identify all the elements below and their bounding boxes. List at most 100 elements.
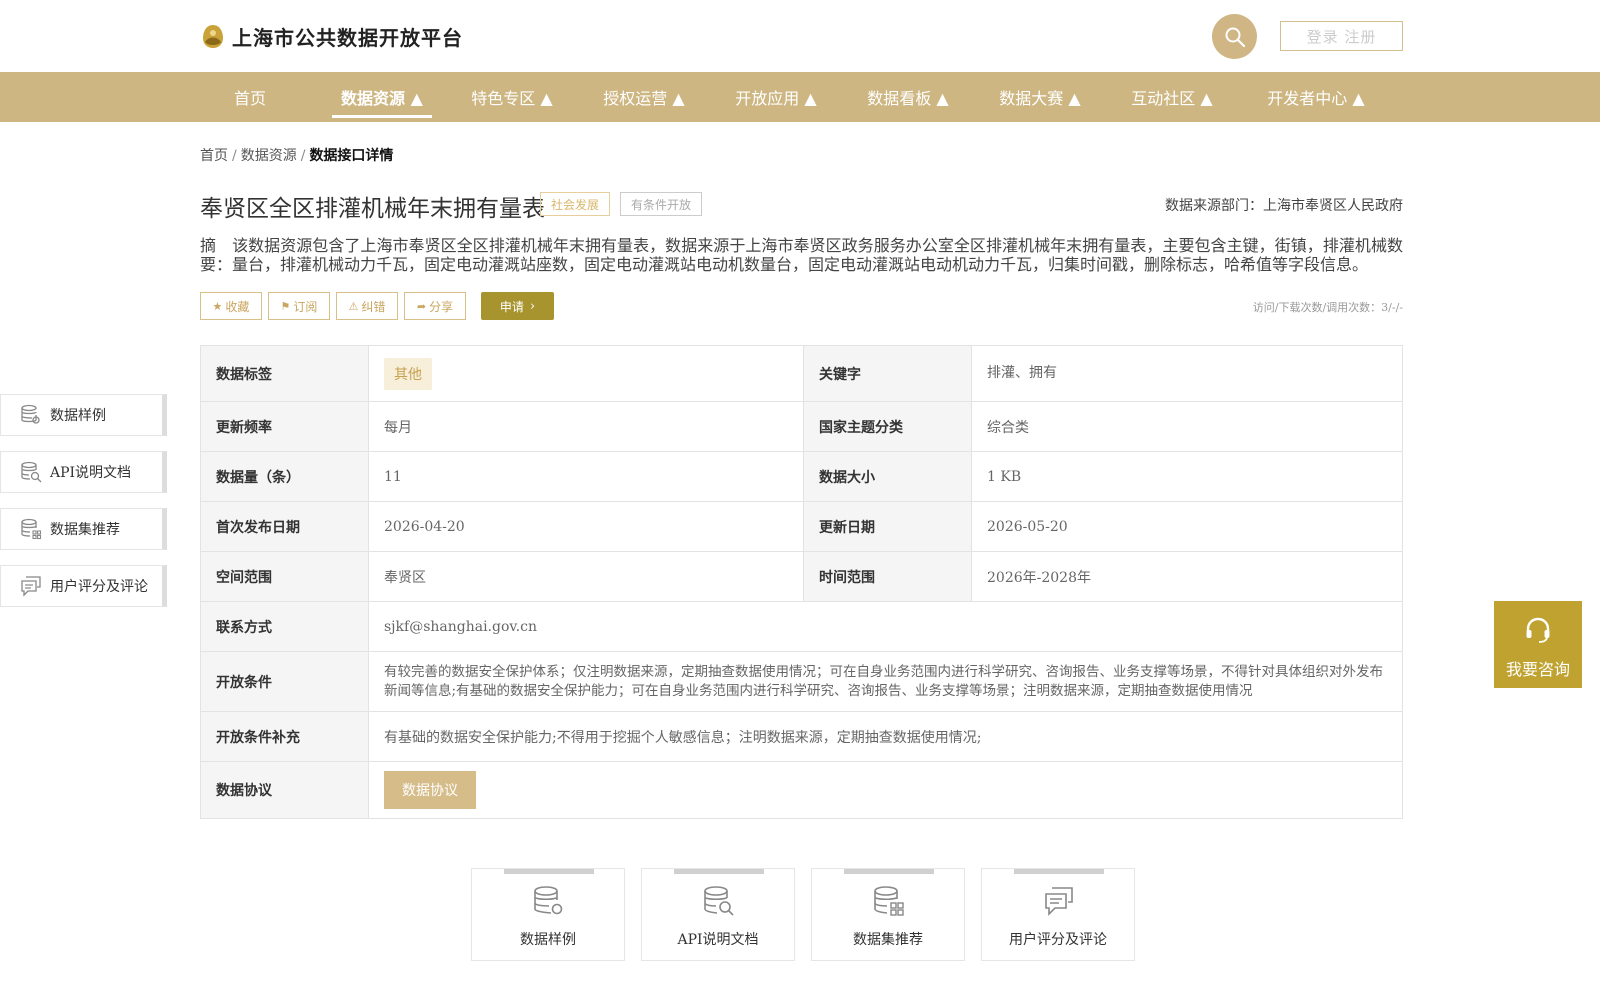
breadcrumb-data-resources[interactable]: 数据资源: [241, 148, 297, 164]
value-data-tag: 其他: [369, 346, 804, 401]
database-grid-icon: [874, 886, 904, 916]
chevron-right-icon: ›: [529, 298, 536, 314]
database-gear-icon: [534, 886, 563, 915]
data-agreement-button[interactable]: 数据协议: [384, 771, 476, 809]
consult-label: 我要咨询: [1505, 660, 1570, 679]
card-label: 用户评分及评论: [1009, 932, 1107, 948]
nav-item-developer-center[interactable]: 开发者中心 ▲: [1262, 72, 1370, 122]
share-button[interactable]: ➦ 分享: [404, 292, 466, 320]
value-contact: sjkf@shanghai.gov.cn: [384, 618, 537, 635]
value-size: 1 KB: [987, 468, 1022, 485]
side-nav-user-reviews[interactable]: 用户评分及评论: [0, 565, 167, 607]
nav-item-home[interactable]: 首页: [222, 72, 278, 122]
card-dataset-recommend[interactable]: 数据集推荐: [811, 868, 965, 961]
side-nav-label: 数据集推荐: [50, 522, 120, 538]
label-keyword: 关键字: [804, 346, 972, 401]
card-top-bar: [674, 869, 764, 874]
value-count: 11: [369, 452, 804, 501]
card-label: 数据集推荐: [853, 932, 923, 948]
search-icon: [1225, 27, 1245, 47]
headset-icon: [1526, 617, 1550, 643]
collect-label: 收藏: [225, 299, 250, 314]
value-keyword: 排灌、拥有: [987, 365, 1057, 381]
breadcrumb-separator: /: [300, 148, 306, 164]
platform-name: 上海市公共数据开放平台: [232, 26, 463, 50]
card-label: 数据样例: [520, 932, 576, 948]
label-contact: 联系方式: [201, 602, 369, 651]
access-counts: 访问/下载次数/调用次数：3/-/-: [1252, 301, 1403, 314]
label-time: 时间范围: [804, 552, 972, 601]
card-top-bar: [844, 869, 934, 874]
label-count: 数据量（条）: [201, 452, 369, 501]
header: 上海市公共数据开放平台 登录 注册: [0, 0, 1600, 72]
star-icon: ★: [212, 299, 223, 313]
side-nav-label: API说明文档: [50, 465, 132, 481]
nav-item-data-resources[interactable]: 数据资源 ▲: [332, 72, 432, 122]
database-gear-icon: [21, 404, 40, 424]
value-conditions-extra: 有基础的数据安全保护能力;不得用于挖掘个人敏感信息；注明数据来源，定期抽查数据使…: [384, 729, 982, 746]
nav-item-data-dashboard[interactable]: 数据看板 ▲: [862, 72, 954, 122]
value-conditions: 有较完善的数据安全保护体系；仅注明数据来源，定期抽查数据使用情况；可在自身业务范…: [384, 663, 1383, 699]
table-row: 数据标签 其他 关键字 排灌、拥有: [201, 346, 1402, 402]
nav-item-community[interactable]: 互动社区 ▲: [1126, 72, 1218, 122]
label-update-date: 更新日期: [804, 502, 972, 551]
table-row: 空间范围 奉贤区 时间范围 2026年-2028年: [201, 552, 1402, 602]
card-api-docs[interactable]: API说明文档: [641, 868, 795, 961]
table-row: 联系方式 sjkf@shanghai.gov.cn: [201, 602, 1402, 652]
breadcrumb-home[interactable]: 首页: [200, 148, 228, 164]
value-update-date: 2026-05-20: [987, 518, 1068, 535]
consult-button[interactable]: 我要咨询: [1494, 601, 1582, 688]
apply-button[interactable]: 申请 ›: [481, 292, 554, 320]
nav-item-open-apps[interactable]: 开放应用 ▲: [730, 72, 822, 122]
nav-item-data-contest[interactable]: 数据大赛 ▲: [994, 72, 1086, 122]
flag-icon: ⚑: [280, 299, 291, 313]
table-row: 首次发布日期 2026-04-20 更新日期 2026-05-20: [201, 502, 1402, 552]
card-user-reviews[interactable]: 用户评分及评论: [981, 868, 1135, 961]
subscribe-label: 订阅: [293, 299, 318, 314]
label-space: 空间范围: [201, 552, 369, 601]
report-label: 纠错: [361, 299, 386, 314]
side-nav-label: 数据样例: [50, 408, 106, 424]
label-theme: 国家主题分类: [804, 402, 972, 451]
value-theme: 综合类: [987, 419, 1029, 436]
nav-item-special-zone[interactable]: 特色专区 ▲: [466, 72, 558, 122]
platform-logo[interactable]: 上海市公共数据开放平台: [200, 22, 463, 51]
breadcrumb: 首页 / 数据资源 / 数据接口详情: [200, 145, 393, 165]
table-row: 更新频率 每月 国家主题分类 综合类: [201, 402, 1402, 452]
dataset-title: 奉贤区全区排灌机械年末拥有量表: [200, 196, 545, 222]
card-data-sample[interactable]: 数据样例: [471, 868, 625, 961]
database-search-icon: [21, 461, 42, 483]
value-frequency: 每月: [369, 402, 804, 451]
side-nav-label: 用户评分及评论: [50, 579, 148, 595]
collect-button[interactable]: ★ 收藏: [200, 292, 262, 320]
nav-item-authorized-operation[interactable]: 授权运营 ▲: [598, 72, 690, 122]
share-label: 分享: [429, 299, 454, 314]
logo-icon: [203, 24, 223, 48]
card-top-bar: [1014, 869, 1104, 874]
table-row: 数据量（条） 11 数据大小 1 KB: [201, 452, 1402, 502]
card-top-bar: [504, 869, 594, 874]
share-icon: ➦: [416, 299, 427, 313]
apply-label: 申请: [499, 299, 524, 314]
card-label: API说明文档: [677, 932, 759, 948]
value-agreement: 数据协议: [369, 762, 1402, 818]
table-row: 开放条件 有较完善的数据安全保护体系；仅注明数据来源，定期抽查数据使用情况；可在…: [201, 652, 1402, 712]
database-search-icon: [704, 886, 734, 916]
open-type-tag: 有条件开放: [620, 192, 703, 216]
comment-icon: [1045, 887, 1073, 916]
data-tag-chip[interactable]: 其他: [384, 357, 432, 390]
report-error-button[interactable]: ⚠ 纠错: [336, 292, 398, 320]
category-tag: 社会发展: [540, 192, 611, 216]
label-conditions-extra: 开放条件补充: [201, 712, 369, 761]
label-size: 数据大小: [804, 452, 972, 501]
side-nav-api-docs[interactable]: API说明文档: [0, 451, 167, 493]
label-conditions: 开放条件: [201, 652, 369, 711]
login-register-button[interactable]: 登录 注册: [1280, 21, 1403, 51]
subscribe-button[interactable]: ⚑ 订阅: [268, 292, 330, 320]
comment-icon: [21, 576, 41, 597]
side-nav-dataset-recommend[interactable]: 数据集推荐: [0, 508, 167, 550]
label-frequency: 更新频率: [201, 402, 369, 451]
search-button[interactable]: [1212, 14, 1257, 59]
value-first-date: 2026-04-20: [369, 502, 804, 551]
side-nav-data-sample[interactable]: 数据样例: [0, 394, 167, 436]
